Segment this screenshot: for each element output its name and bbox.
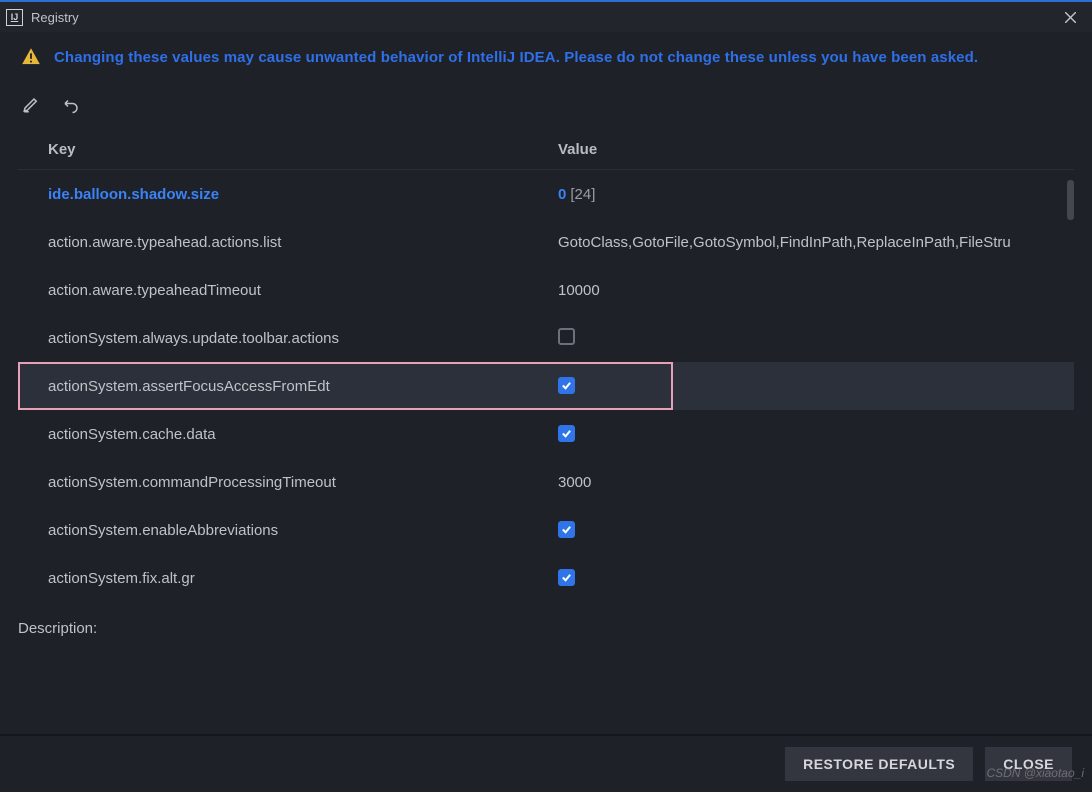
table-row[interactable]: actionSystem.always.update.toolbar.actio… xyxy=(18,314,1074,362)
registry-key-cell: actionSystem.enableAbbreviations xyxy=(18,522,538,539)
registry-key-cell: actionSystem.assertFocusAccessFromEdt xyxy=(18,378,538,395)
toolbar xyxy=(22,92,80,120)
window-close-button[interactable] xyxy=(1048,2,1092,32)
column-header-key[interactable]: Key xyxy=(18,141,538,158)
registry-key-cell: action.aware.typeaheadTimeout xyxy=(18,282,538,299)
window-title: Registry xyxy=(31,10,79,25)
checkbox[interactable] xyxy=(558,521,575,538)
registry-value-cell[interactable] xyxy=(538,377,1074,395)
registry-value-cell[interactable] xyxy=(538,521,1074,539)
registry-key-cell: actionSystem.cache.data xyxy=(18,426,538,443)
registry-table: Key Value ide.balloon.shadow.size0[24]ac… xyxy=(18,130,1074,602)
dialog-footer: RESTORE DEFAULTS CLOSE xyxy=(0,734,1092,792)
close-icon xyxy=(1065,12,1076,23)
table-row[interactable]: actionSystem.fix.alt.gr xyxy=(18,554,1074,602)
table-row[interactable]: actionSystem.cache.data xyxy=(18,410,1074,458)
warning-icon xyxy=(20,46,42,68)
checkbox[interactable] xyxy=(558,425,575,442)
revert-button[interactable] xyxy=(62,96,80,117)
close-button[interactable]: CLOSE xyxy=(985,747,1072,781)
intellij-icon: IJ xyxy=(6,9,23,26)
table-row[interactable]: ide.balloon.shadow.size0[24] xyxy=(18,170,1074,218)
pencil-icon xyxy=(22,96,40,114)
warning-banner: Changing these values may cause unwanted… xyxy=(20,46,1080,68)
table-row[interactable]: action.aware.typeahead.actions.listGotoC… xyxy=(18,218,1074,266)
registry-key-cell: actionSystem.commandProcessingTimeout xyxy=(18,474,538,491)
warning-text: Changing these values may cause unwanted… xyxy=(54,49,978,66)
table-row[interactable]: actionSystem.commandProcessingTimeout300… xyxy=(18,458,1074,506)
table-row[interactable]: actionSystem.enableAbbreviations xyxy=(18,506,1074,554)
registry-value-cell[interactable] xyxy=(538,328,1074,349)
registry-value-cell[interactable]: 10000 xyxy=(538,282,1074,299)
table-row[interactable]: action.aware.typeaheadTimeout10000 xyxy=(18,266,1074,314)
checkbox[interactable] xyxy=(558,328,575,345)
table-header: Key Value xyxy=(18,130,1074,170)
description-label: Description: xyxy=(18,620,97,637)
undo-icon xyxy=(62,96,80,114)
edit-button[interactable] xyxy=(22,96,40,117)
restore-defaults-button[interactable]: RESTORE DEFAULTS xyxy=(785,747,973,781)
titlebar: IJ Registry xyxy=(0,2,1092,32)
registry-value-cell[interactable] xyxy=(538,569,1074,587)
registry-value-cell[interactable]: 0[24] xyxy=(538,186,1074,203)
column-header-value[interactable]: Value xyxy=(538,141,1074,158)
table-row[interactable]: actionSystem.assertFocusAccessFromEdt xyxy=(18,362,1074,410)
checkbox[interactable] xyxy=(558,569,575,586)
registry-key-cell: actionSystem.always.update.toolbar.actio… xyxy=(18,330,538,347)
registry-key-cell: actionSystem.fix.alt.gr xyxy=(18,570,538,587)
registry-key-cell: action.aware.typeahead.actions.list xyxy=(18,234,538,251)
registry-value-cell[interactable] xyxy=(538,425,1074,443)
registry-key-cell: ide.balloon.shadow.size xyxy=(18,186,538,203)
checkbox[interactable] xyxy=(558,377,575,394)
registry-value-cell[interactable]: GotoClass,GotoFile,GotoSymbol,FindInPath… xyxy=(538,234,1074,251)
table-body: ide.balloon.shadow.size0[24]action.aware… xyxy=(18,170,1074,602)
registry-value-cell[interactable]: 3000 xyxy=(538,474,1074,491)
